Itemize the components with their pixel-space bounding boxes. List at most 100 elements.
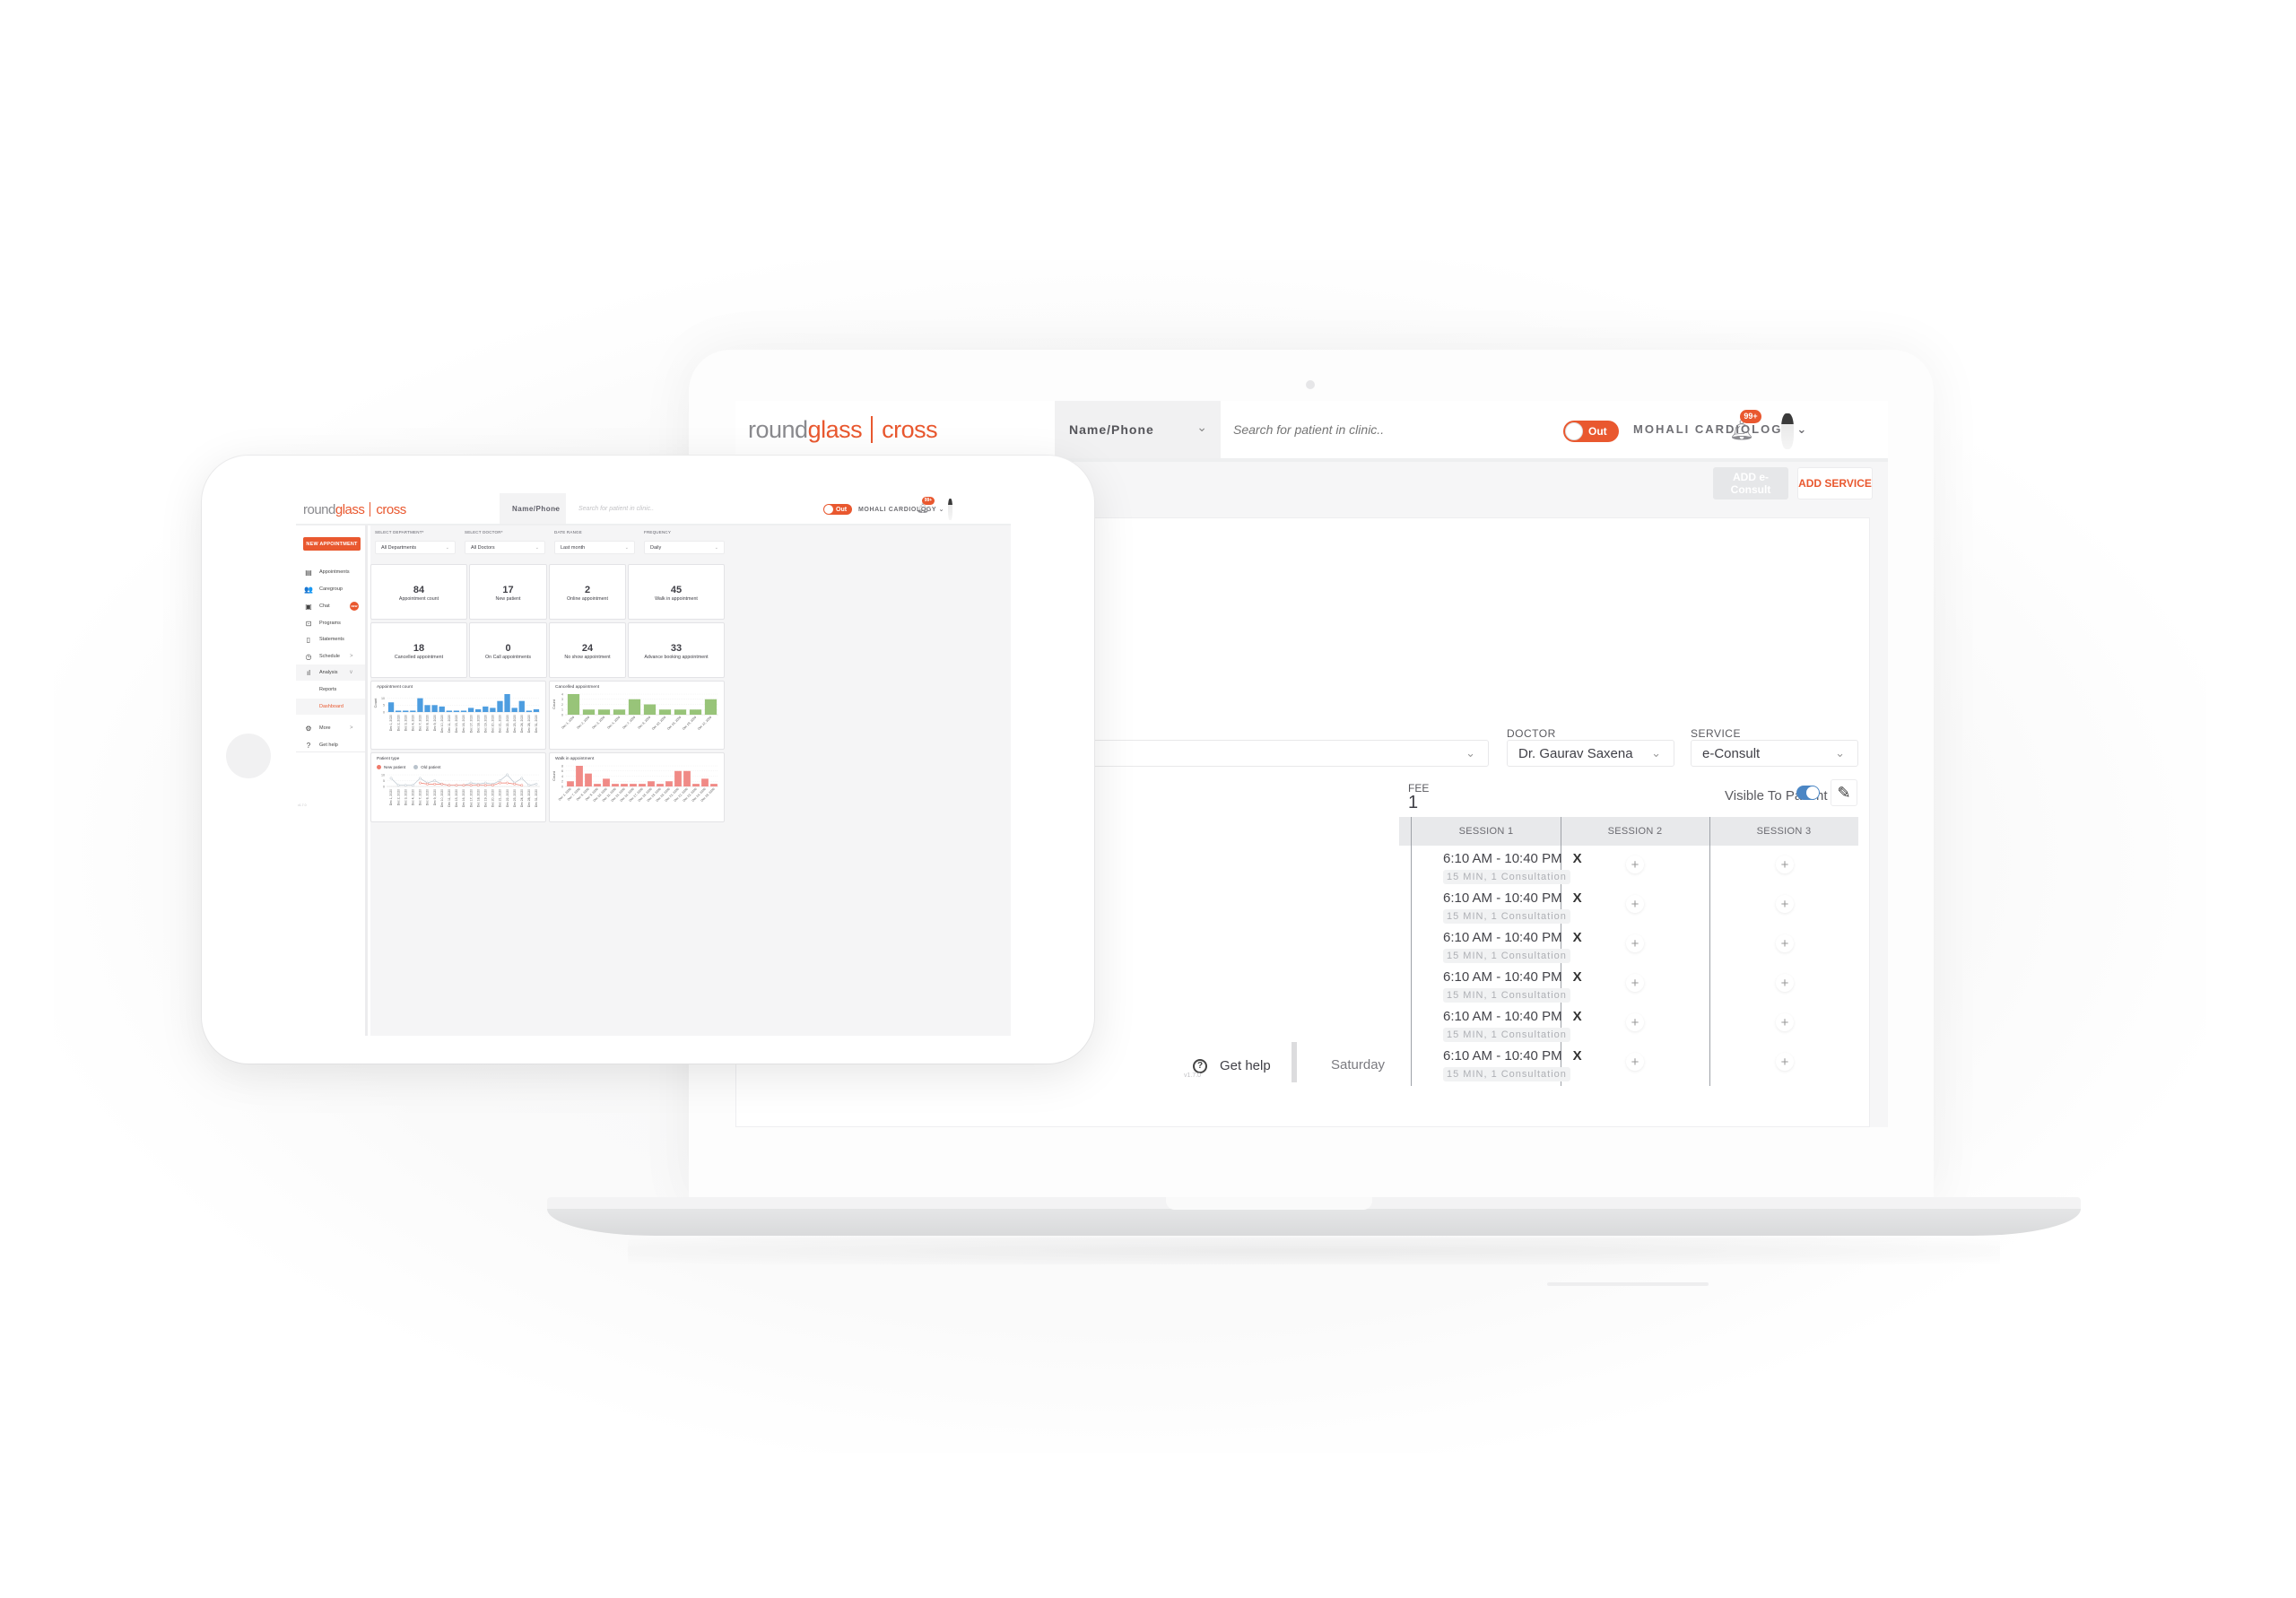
status-toggle[interactable]: Out [1563,421,1619,442]
x-tick-label: Dec 3, 2020 [404,789,407,805]
chevron-down-icon: ⌄ [1651,746,1661,760]
sidebar: NEW APPOINTMENT ▤ Appointments 👥 Caregroup ▣… [296,525,368,1036]
chevron-down-icon: ⌄ [1835,746,1845,760]
notification-badge: 99+ [1740,410,1761,423]
sidebar-item-label: Statements [319,637,344,642]
slot-time: 6:10 AM - 10:40 PM [1443,969,1562,985]
add-session-3-button[interactable]: + [1776,855,1794,873]
stat-label: Cancelled appointment [394,655,444,660]
data-point [506,781,509,785]
remove-slot-icon[interactable]: X [1573,890,1582,906]
data-point [476,784,480,787]
patient-search-input[interactable]: Search for patient in clinic.. [568,493,657,524]
data-point [433,782,437,786]
sidebar-item-label: Caregroup [319,586,343,592]
brand-logo[interactable]: round glass cross [303,500,406,518]
data-point [404,784,407,787]
add-service-button[interactable]: ADD SERVICE [1797,467,1873,499]
sidebar-item-label: Schedule [319,654,340,659]
filter-select-date-range[interactable]: Last month ⌄ [554,541,635,554]
bar [410,710,416,712]
add-session-2-button[interactable]: + [1626,934,1644,952]
chevron-down-icon: ⌄ [938,507,945,513]
filter-select-select-department[interactable]: All Departments ⌄ [375,541,456,554]
avatar[interactable] [1781,413,1794,449]
x-tick-label: Dec 1, 2020 [389,715,393,731]
remove-slot-icon[interactable]: X [1573,1009,1582,1024]
patient-search-input[interactable] [1221,401,1391,458]
add-session-3-button[interactable]: + [1776,1013,1794,1031]
service-select[interactable]: e-Consult ⌄ [1691,740,1858,767]
avatar[interactable] [948,499,952,520]
chevron-down-icon: ⌄ [552,503,559,511]
sidebar-item-chat[interactable]: ▣ Chat NEW [296,598,365,614]
stat-label: Online appointment [567,596,608,602]
x-tick-label: Dec 18, 2020 [476,715,480,733]
new-appointment-button[interactable]: NEW APPOINTMENT [303,537,361,551]
chevron-down-icon: ⌄ [1796,422,1809,436]
clinic-select[interactable]: ⌄ [1076,740,1489,767]
sidebar-item-get-help[interactable]: ? Get help [1193,1058,1271,1073]
add-session-2-button[interactable]: + [1626,974,1644,992]
filter-select-frequency[interactable]: Daily ⌄ [644,541,725,554]
session-slot[interactable]: 6:10 AM - 10:40 PM X 15 MIN, 1 Consultatio… [1443,890,1582,924]
chevron-down-icon: ⌄ [535,544,539,551]
filter-select-select-doctor[interactable]: All Doctors ⌄ [465,541,545,554]
chevron-down-icon: v [350,670,352,675]
sidebar-scrollbar[interactable] [1292,1042,1297,1082]
add-session-2-button[interactable]: + [1626,1013,1644,1031]
session-slot[interactable]: 6:10 AM - 10:40 PM X 15 MIN, 1 Consultatio… [1443,969,1582,1003]
visible-to-patient-toggle[interactable] [1796,786,1820,800]
remove-slot-icon[interactable]: X [1573,851,1582,866]
brand-logo[interactable]: round glass cross [748,413,938,446]
sidebar-item-more[interactable]: ⚙ More > [296,720,365,736]
bar [504,694,510,712]
chart-svg: 012 3 4 Count Dec 1, 2020 Dec 2, 2020 Dec 3, 2… [552,692,718,731]
stat-label: Advance booking appointment [644,655,709,660]
x-tick-label: Dec 4, 2020 [412,789,415,805]
search-type-select[interactable]: Name/Phone ⌄ [1055,401,1221,458]
add-session-2-button[interactable]: + [1626,855,1644,873]
add-session-3-button[interactable]: + [1776,1053,1794,1071]
bar-chart-icon: ıl [307,668,310,677]
bar [490,708,496,712]
remove-slot-icon[interactable]: X [1573,930,1582,945]
session-slot[interactable]: 6:10 AM - 10:40 PM X 15 MIN, 1 Consultatio… [1443,851,1582,884]
remove-slot-icon[interactable]: X [1573,969,1582,985]
session-slot[interactable]: 6:10 AM - 10:40 PM X 15 MIN, 1 Consultatio… [1443,1009,1582,1042]
sidebar-item-statements[interactable]: ▯ Statements [296,631,365,647]
tablet-home-button[interactable] [226,734,271,778]
users-icon: 👥 [304,585,313,594]
add-session-3-button[interactable]: + [1776,895,1794,913]
sidebar-item-programs[interactable]: ⊡ Programs [296,615,365,631]
add-session-2-button[interactable]: + [1626,895,1644,913]
bar [657,784,664,786]
x-tick-label: Dec 28, 2020 [527,789,531,807]
sidebar-item-schedule[interactable]: ◷ Schedule > [296,648,365,664]
add-session-3-button[interactable]: + [1776,974,1794,992]
add-econsult-button[interactable]: ADD e-Consult [1713,467,1788,499]
x-tick-label: Dec 3, 2020 [591,716,605,730]
remove-slot-icon[interactable]: X [1573,1048,1582,1064]
y-axis-label: Count [373,698,378,708]
doctor-select[interactable]: Dr. Gaurav Saxena ⌄ [1507,740,1674,767]
bar [395,710,402,712]
bar [639,784,646,786]
sidebar-item-caregroup[interactable]: 👥 Caregroup [296,581,365,597]
add-session-3-button[interactable]: + [1776,934,1794,952]
edit-button[interactable]: ✎ [1831,779,1857,806]
session-slot[interactable]: 6:10 AM - 10:40 PM X 15 MIN, 1 Consultatio… [1443,930,1582,963]
y-tick-label: 3 [561,698,563,701]
add-session-2-button[interactable]: + [1626,1053,1644,1071]
sidebar-item-analysis[interactable]: ıl Analysis v [296,664,365,681]
bar [603,778,610,786]
search-type-select[interactable]: Name/Phone ⌄ [500,493,566,524]
sidebar-item-dashboard[interactable]: Dashboard [296,699,365,715]
status-toggle[interactable]: Out [823,504,852,515]
sidebar-item-reports[interactable]: Reports [296,682,365,698]
session-slot[interactable]: 6:10 AM - 10:40 PM X 15 MIN, 1 Consultatio… [1443,1048,1582,1081]
x-tick-label: Dec 24, 2020 [520,715,524,733]
clinic-selector[interactable]: MOHALI CARDIOLOGY ⌄ [858,506,944,513]
sidebar-item-appointments[interactable]: ▤ Appointments [296,564,365,580]
x-tick-label: Dec 9, 2020 [433,789,437,805]
